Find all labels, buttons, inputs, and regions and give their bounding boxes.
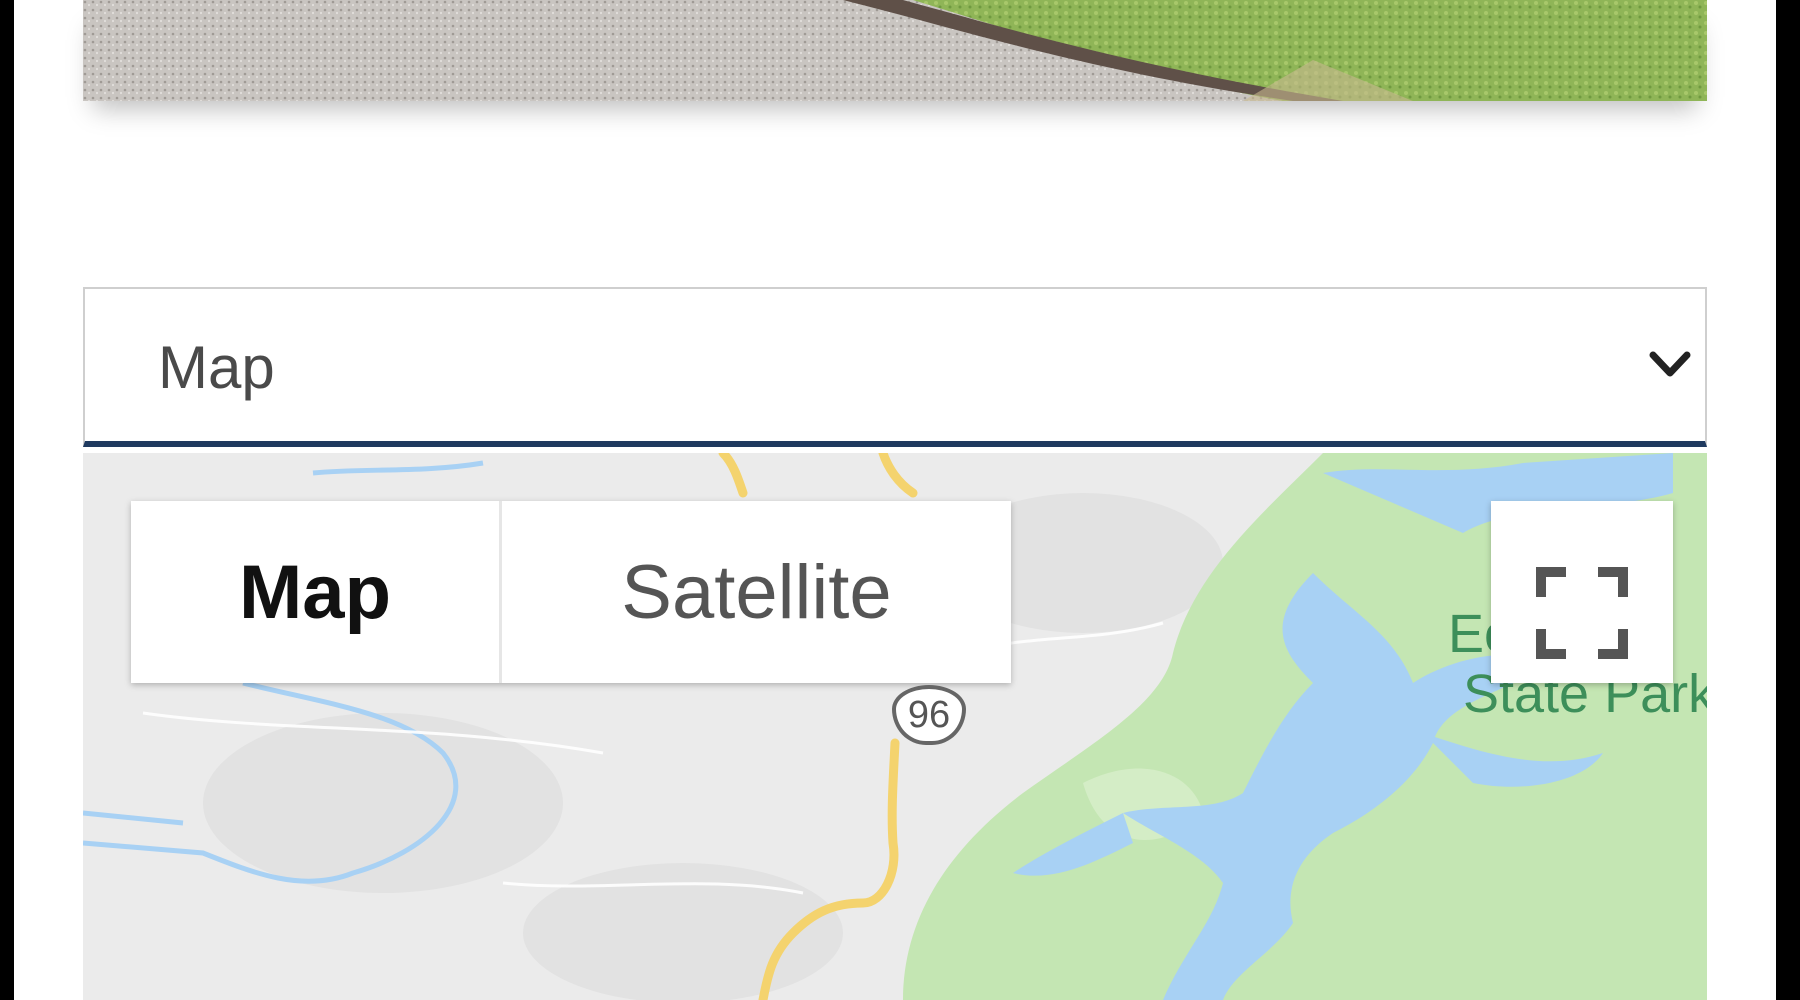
hero-photo: [83, 0, 1707, 101]
map-type-map-button[interactable]: Map: [131, 501, 502, 683]
map-type-satellite-button[interactable]: Satellite: [502, 501, 1011, 683]
map-view-select-value: Map: [158, 334, 275, 401]
fullscreen-button[interactable]: [1491, 501, 1673, 683]
page: Map Map Satellite 96 Ec State Park: [14, 0, 1776, 1000]
fullscreen-icon: [1536, 567, 1628, 659]
map-view[interactable]: Map Satellite 96 Ec in State Park: [83, 453, 1707, 1000]
chevron-down-icon: [1649, 351, 1691, 377]
hero-photo-image: [83, 0, 1707, 101]
map-type-control: Map Satellite: [131, 501, 1011, 683]
map-view-select[interactable]: Map: [83, 287, 1707, 447]
